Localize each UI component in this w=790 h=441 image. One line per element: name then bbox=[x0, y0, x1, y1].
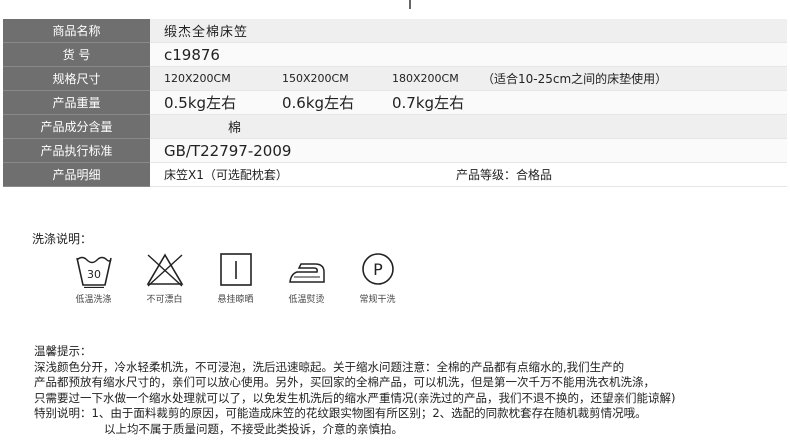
size-150: 150X200CM bbox=[282, 72, 349, 85]
size-120: 120X200CM bbox=[164, 72, 231, 85]
table-row: 产品明细 床笠X1（可选配枕套） 产品等级：合格品 bbox=[3, 162, 787, 187]
care-item: 悬挂晾晒 bbox=[200, 252, 271, 305]
size-180: 180X200CM bbox=[392, 72, 459, 85]
care-item: 30 低温洗涤 bbox=[58, 252, 129, 305]
standard-value: GB/T22797-2009 bbox=[150, 138, 787, 163]
tips-line: 产品都预放有缩水尺寸的，亲们可以放心使用。另外，买回家的全棉产品，可以机洗，但是… bbox=[34, 375, 655, 389]
caption-hang-dry: 悬挂晾晒 bbox=[217, 295, 254, 305]
weight-small: 0.5kg左右 bbox=[164, 94, 237, 112]
table-row: 商品名称 缎杰全棉床笠 bbox=[3, 19, 787, 43]
detail-label: 产品明细 bbox=[3, 162, 150, 187]
tips-last-line: 以上均不属于质量问题，不接受此类投诉，介意的亲慎拍。 bbox=[104, 421, 403, 436]
care-icons: 30 低温洗涤 不可漂白 悬挂晾晒 低温熨烫 P 常规干洗 bbox=[58, 252, 413, 305]
name-label: 商品名称 bbox=[3, 19, 150, 43]
dry-clean-letter: P bbox=[373, 260, 383, 279]
composition-value: 棉 bbox=[228, 121, 242, 136]
sku-value: c19876 bbox=[150, 42, 787, 67]
size-list: 120X200CM 150X200CM 180X200CM （适合10-25cm… bbox=[164, 70, 787, 87]
top-marker bbox=[409, 0, 411, 9]
caption-dry-clean: 常规干洗 bbox=[359, 295, 396, 305]
sku-label: 货 号 bbox=[3, 42, 150, 67]
size-label: 规格尺寸 bbox=[3, 66, 150, 91]
weight-list: 0.5kg左右 0.6kg左右 0.7kg左右 bbox=[164, 92, 787, 113]
table-row: 产品执行标准 GB/T22797-2009 bbox=[3, 138, 787, 163]
no-bleach-icon bbox=[146, 253, 183, 287]
tips-line: 只需要过一下水做一个缩水处理就可以了，以免发生机洗后的缩水严重情况(亲洗过的产品… bbox=[34, 390, 676, 405]
name-value: 缎杰全棉床笠 bbox=[150, 19, 787, 43]
table-row: 产品重量 0.5kg左右 0.6kg左右 0.7kg左右 bbox=[3, 90, 787, 115]
caption-wash: 低温洗涤 bbox=[75, 295, 112, 305]
weight-label: 产品重量 bbox=[3, 90, 150, 115]
care-item: 不可漂白 bbox=[129, 252, 200, 305]
weight-large: 0.7kg左右 bbox=[392, 94, 465, 112]
tips-line: 深浅颜色分开，冷水轻柔机洗，不可浸泡，洗后迅速晾起。关于缩水问题注意：全棉的产品… bbox=[34, 359, 625, 374]
hang-dry-icon bbox=[219, 253, 252, 286]
tips-title: 温馨提示： bbox=[34, 344, 92, 358]
standard-label: 产品执行标准 bbox=[3, 138, 150, 163]
caption-iron: 低温熨烫 bbox=[288, 295, 325, 305]
detail-value: 床笠X1（可选配枕套） bbox=[164, 168, 288, 182]
iron-low-icon bbox=[288, 263, 325, 283]
table-row: 产品成分含量 棉 bbox=[3, 114, 787, 139]
grade-value: 产品等级：合格品 bbox=[456, 168, 553, 182]
wash-30-icon: 30 bbox=[75, 256, 112, 288]
dry-clean-p-icon: P bbox=[361, 253, 394, 285]
washing-title: 洗涤说明： bbox=[32, 232, 93, 246]
warm-tips: 温馨提示： 深浅颜色分开，冷水轻柔机洗，不可浸泡，洗后迅速晾起。关于缩水问题注意… bbox=[34, 344, 675, 437]
tips-line: 特别说明：1、由于面料裁剪的原因，可能造成床笠的花纹跟实物图有所区别；2、选配的… bbox=[34, 406, 647, 420]
table-row: 规格尺寸 120X200CM 150X200CM 180X200CM （适合10… bbox=[3, 66, 787, 91]
wash-temp: 30 bbox=[87, 268, 101, 281]
weight-medium: 0.6kg左右 bbox=[282, 94, 355, 112]
size-note: （适合10-25cm之间的床垫使用） bbox=[482, 72, 668, 86]
caption-no-bleach: 不可漂白 bbox=[146, 295, 183, 305]
product-spec-table: 商品名称 缎杰全棉床笠 货 号 c19876 规格尺寸 120X200CM 15… bbox=[3, 19, 787, 187]
care-item: 低温熨烫 bbox=[271, 252, 342, 305]
composition-label: 产品成分含量 bbox=[3, 114, 150, 139]
table-row: 货 号 c19876 bbox=[3, 42, 787, 67]
care-item: P 常规干洗 bbox=[342, 252, 413, 305]
